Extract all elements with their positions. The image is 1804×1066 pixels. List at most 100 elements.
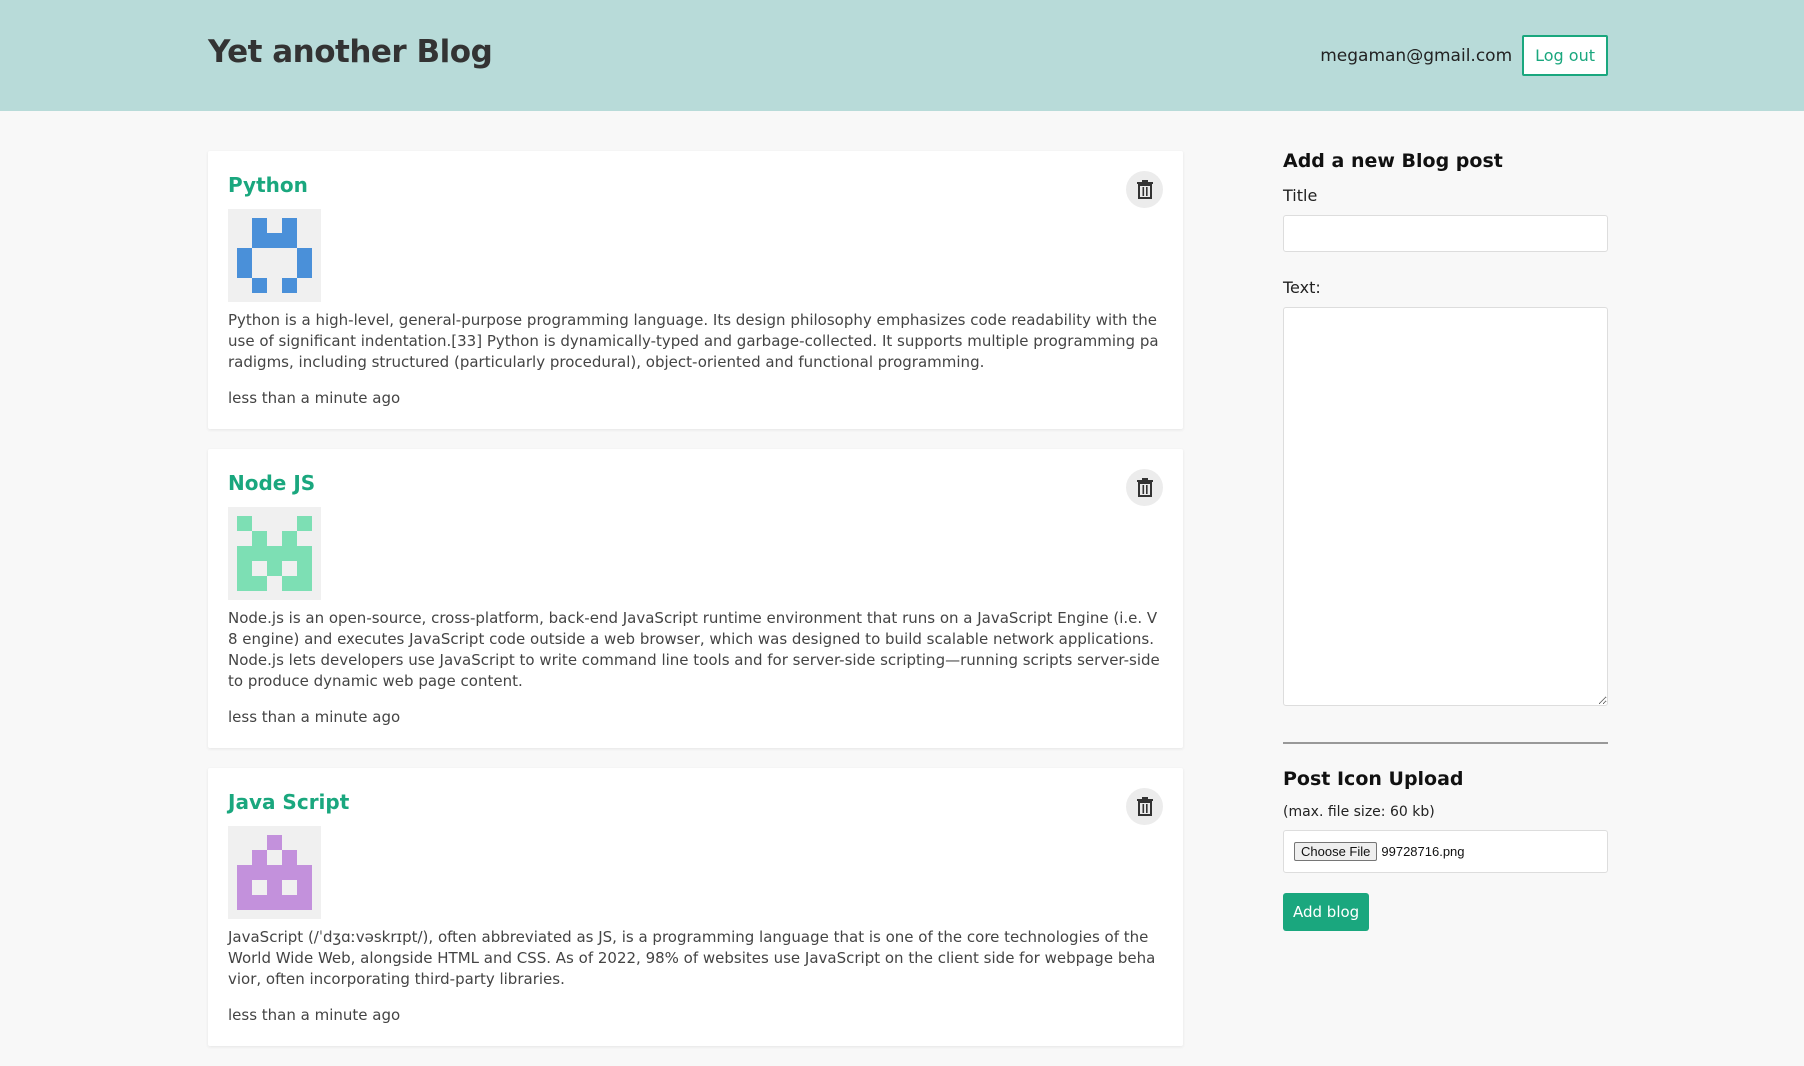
icon-pixel	[237, 865, 252, 880]
icon-pixel	[267, 576, 282, 591]
icon-pixel	[237, 516, 252, 531]
icon-pixel	[297, 263, 312, 278]
post-text: Node.js is an open-source, cross-platfor…	[228, 609, 1160, 690]
post-icon-image	[228, 507, 321, 600]
icon-pixel	[297, 835, 312, 850]
icon-pixel	[252, 263, 267, 278]
post-list: Python Python is a high-level, general-p…	[208, 151, 1183, 1066]
icon-pixel	[267, 561, 282, 576]
icon-pixel	[252, 576, 267, 591]
user-area: megaman@gmail.com Log out	[1320, 35, 1608, 76]
icon-pixel	[237, 850, 252, 865]
post-timestamp: less than a minute ago	[228, 389, 401, 407]
icon-pixel	[282, 880, 297, 895]
icon-pixel	[282, 516, 297, 531]
icon-pixel	[282, 218, 297, 233]
delete-post-button[interactable]	[1126, 469, 1163, 506]
icon-pixel	[237, 248, 252, 263]
icon-pixel	[297, 895, 312, 910]
icon-pixel	[237, 546, 252, 561]
icon-pixel	[282, 546, 297, 561]
icon-pixel	[237, 278, 252, 293]
site-title: Yet another Blog	[208, 34, 493, 70]
icon-pixel	[282, 835, 297, 850]
file-upload-field[interactable]: Choose File 99728716.png	[1283, 830, 1608, 873]
icon-pixel	[282, 850, 297, 865]
user-email: megaman@gmail.com	[1320, 45, 1513, 66]
icon-pixel	[252, 850, 267, 865]
post-text: Python is a high-level, general-purpose …	[228, 311, 1159, 371]
icon-pixel	[267, 546, 282, 561]
title-label: Title	[1283, 186, 1318, 205]
icon-pixel	[267, 218, 282, 233]
icon-pixel	[267, 865, 282, 880]
choose-file-button[interactable]: Choose File	[1294, 842, 1378, 861]
title-input[interactable]	[1283, 215, 1608, 252]
icon-pixel	[252, 546, 267, 561]
post-card: Python Python is a high-level, general-p…	[208, 151, 1183, 429]
new-post-form: Add a new Blog post Title Text: Post Ico…	[1283, 150, 1608, 931]
icon-pixel	[297, 218, 312, 233]
icon-pixel	[297, 248, 312, 263]
icon-pixel	[282, 278, 297, 293]
icon-pixel	[252, 895, 267, 910]
icon-pixel	[237, 233, 252, 248]
icon-pixel	[282, 248, 297, 263]
post-title[interactable]: Python	[228, 173, 1163, 197]
icon-pixel	[252, 218, 267, 233]
icon-pixel	[297, 850, 312, 865]
post-icon-image	[228, 826, 321, 919]
icon-pixel	[252, 516, 267, 531]
add-blog-button[interactable]: Add blog	[1283, 893, 1370, 931]
icon-pixel	[282, 561, 297, 576]
icon-pixel	[297, 561, 312, 576]
icon-pixel	[267, 263, 282, 278]
trash-icon	[1136, 180, 1153, 199]
post-title[interactable]: Java Script	[228, 790, 1163, 814]
icon-pixel	[267, 880, 282, 895]
icon-pixel	[252, 531, 267, 546]
icon-pixel	[282, 895, 297, 910]
icon-pixel	[237, 263, 252, 278]
icon-pixel	[267, 531, 282, 546]
icon-pixel	[237, 561, 252, 576]
icon-pixel	[237, 895, 252, 910]
icon-pixel	[282, 531, 297, 546]
text-textarea[interactable]	[1283, 307, 1608, 706]
icon-pixel	[297, 516, 312, 531]
post-timestamp: less than a minute ago	[228, 708, 401, 726]
icon-pixel	[252, 880, 267, 895]
text-label: Text:	[1283, 278, 1321, 297]
post-icon-image	[228, 209, 321, 302]
trash-icon	[1136, 797, 1153, 816]
icon-pixel	[282, 865, 297, 880]
icon-pixel	[237, 531, 252, 546]
post-card: Java Script JavaScript (/ˈdʒɑːvəskrɪpt/)…	[208, 768, 1183, 1046]
post-text: JavaScript (/ˈdʒɑːvəskrɪpt/), often abbr…	[228, 928, 1156, 988]
delete-post-button[interactable]	[1126, 171, 1163, 208]
icon-pixel	[267, 233, 282, 248]
trash-icon	[1136, 478, 1153, 497]
icon-pixel	[252, 835, 267, 850]
form-heading: Add a new Blog post	[1283, 150, 1503, 172]
icon-pixel	[237, 880, 252, 895]
post-title[interactable]: Node JS	[228, 471, 1163, 495]
logout-button[interactable]: Log out	[1522, 35, 1608, 76]
delete-post-button[interactable]	[1126, 788, 1163, 825]
icon-pixel	[252, 248, 267, 263]
icon-pixel	[267, 248, 282, 263]
icon-pixel	[297, 233, 312, 248]
icon-pixel	[252, 233, 267, 248]
upload-note: (max. file size: 60 kb)	[1283, 804, 1435, 820]
icon-pixel	[297, 278, 312, 293]
icon-pixel	[267, 835, 282, 850]
icon-pixel	[237, 218, 252, 233]
icon-pixel	[282, 263, 297, 278]
icon-pixel	[267, 516, 282, 531]
site-header: Yet another Blog megaman@gmail.com Log o…	[0, 0, 1804, 111]
icon-pixel	[282, 576, 297, 591]
icon-pixel	[237, 835, 252, 850]
icon-pixel	[237, 576, 252, 591]
icon-pixel	[297, 576, 312, 591]
icon-pixel	[297, 531, 312, 546]
